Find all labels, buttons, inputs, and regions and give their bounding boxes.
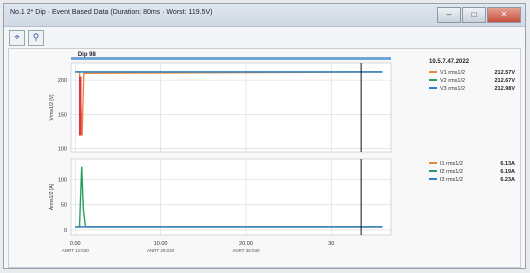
x-tick-label: 0.00 xyxy=(70,241,81,247)
window-title: No.1 2* Dip · Event Based Data (Duration… xyxy=(10,9,213,16)
y-axis-label: Vrms1/2 [V] xyxy=(49,94,55,121)
event-chart: Dip 98 200 150 100 Vrms1/2 [V] 100 50 0 Arms1/2 … xyxy=(49,52,516,253)
maximize-icon[interactable]: □ xyxy=(462,7,486,23)
window-controls: – □ ✕ xyxy=(437,7,521,23)
cursor-icon[interactable]: ⌖ xyxy=(9,30,25,46)
legend-value: 212.57V xyxy=(495,70,516,76)
legend-label: V1 rms1/2 xyxy=(440,70,465,76)
marker-strip xyxy=(71,57,391,60)
legend-label: V2 rms1/2 xyxy=(440,78,465,84)
x-tick-sublabel: ANRT 12:030 xyxy=(62,248,90,253)
close-icon[interactable]: ✕ xyxy=(487,7,521,23)
y-tick-label: 200 xyxy=(58,78,67,84)
legend-label: I1 rms1/2 xyxy=(440,161,463,167)
legend-label: V3 rms1/2 xyxy=(440,86,465,92)
toolbar: ⌖ ⚲ xyxy=(9,30,44,46)
zoom-icon[interactable]: ⚲ xyxy=(28,30,44,46)
x-tick-sublabel: ANRT 29:030 xyxy=(147,248,175,253)
y-tick-label: 0 xyxy=(64,228,67,234)
chart-panel: Dip 98 200 150 100 Vrms1/2 [V] 100 50 0 Arms1/2 … xyxy=(8,48,521,268)
legend-value: 212.67V xyxy=(495,78,516,84)
dip-marker xyxy=(78,76,82,136)
legend-label: I3 rms1/2 xyxy=(440,177,463,183)
minimize-icon[interactable]: – xyxy=(437,7,461,23)
legend-label: I2 rms1/2 xyxy=(440,169,463,175)
legend-value: 212.98V xyxy=(495,86,516,92)
y-tick-label: 50 xyxy=(61,203,67,209)
plot-area xyxy=(70,158,392,236)
y-tick-label: 150 xyxy=(58,112,67,118)
x-tick-label: 30 xyxy=(328,241,334,247)
plot-area xyxy=(70,62,392,153)
legend-timestamp: 10.5.7.47.2022 xyxy=(429,59,470,65)
legend-value: 6.13A xyxy=(500,161,515,167)
x-tick-label: 10.00 xyxy=(154,241,168,247)
y-axis-label: Arms1/2 [A] xyxy=(49,183,55,210)
x-tick-label: 20.00 xyxy=(239,241,253,247)
y-tick-label: 100 xyxy=(58,177,67,183)
marker-label: Dip 98 xyxy=(78,52,97,58)
legend-value: 6.19A xyxy=(500,169,515,175)
x-tick-sublabel: ANRT 38:030 xyxy=(232,248,260,253)
title-bar[interactable]: No.1 2* Dip · Event Based Data (Duration… xyxy=(4,4,525,27)
y-tick-label: 100 xyxy=(58,147,67,153)
legend-value: 6.23A xyxy=(500,177,515,183)
event-window: No.1 2* Dip · Event Based Data (Duration… xyxy=(3,3,526,269)
